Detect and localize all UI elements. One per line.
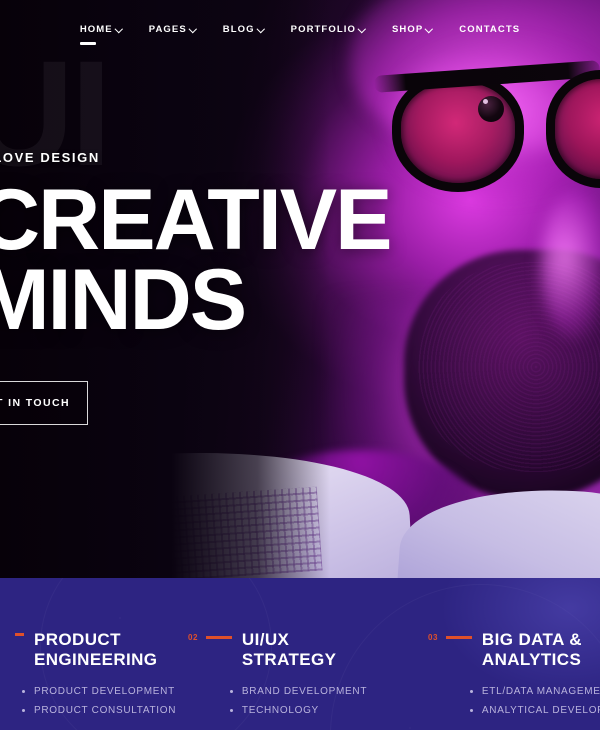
nav-item-home[interactable]: HOME (79, 20, 123, 45)
services-section: PRODUCT ENGINEERING PRODUCT DEVELOPMENT … (0, 578, 600, 730)
service-title-line-1: UI/UX (241, 630, 290, 649)
nav-item-blog[interactable]: BLOG (223, 20, 265, 39)
service-title-line-1: BIG DATA & (481, 630, 582, 649)
service-body: UI/UX STRATEGY BRAND DEVELOPMENT TECHNOL… (242, 630, 367, 720)
list-item[interactable]: PRODUCT CONSULTATION (34, 702, 176, 721)
get-in-touch-button[interactable]: GET IN TOUCH (0, 380, 88, 425)
service-dash-icon (445, 636, 472, 639)
nav-item-label: PORTFOLIO (290, 23, 356, 35)
service-title-line-2: ANALYTICS (481, 650, 582, 670)
service-title: UI/UX STRATEGY (242, 630, 367, 670)
service-dash-icon (15, 633, 24, 636)
service-number: 02 (188, 633, 198, 642)
service-body: PRODUCT ENGINEERING PRODUCT DEVELOPMENT … (34, 630, 176, 720)
portrait-eye-pupil (478, 96, 504, 122)
services-columns: PRODUCT ENGINEERING PRODUCT DEVELOPMENT … (0, 630, 600, 730)
service-title: BIG DATA & ANALYTICS (482, 630, 600, 670)
service-marker: 03 (428, 630, 472, 642)
chevron-down-icon (426, 25, 433, 32)
headline-line-1: CREATIVE (0, 172, 392, 268)
nav-item-label: PAGES (148, 23, 187, 35)
hero-eyebrow: WE LOVE DESIGN (0, 150, 100, 165)
page-root: UI HOME PAGES BLOG PORTFOLIO SHOP CONTAC… (0, 0, 600, 730)
nav-item-shop[interactable]: SHOP (392, 20, 433, 39)
service-column-big-data-analytics[interactable]: 03 BIG DATA & ANALYTICS ETL/DATA MANAGEM… (428, 630, 600, 720)
list-item[interactable]: ANALYTICAL DEVELOPMENT (482, 702, 600, 721)
service-title-line-2: STRATEGY (241, 650, 337, 670)
service-item-list: BRAND DEVELOPMENT TECHNOLOGY (242, 683, 367, 720)
hero-section: UI HOME PAGES BLOG PORTFOLIO SHOP CONTAC… (0, 0, 600, 580)
service-marker: 02 (188, 630, 232, 642)
page-title: CREATIVE MINDS (0, 172, 600, 348)
service-column-uiux-strategy[interactable]: 02 UI/UX STRATEGY BRAND DEVELOPMENT TECH… (188, 630, 428, 720)
list-item[interactable]: PRODUCT DEVELOPMENT (34, 683, 176, 702)
nav-item-pages[interactable]: PAGES (149, 20, 197, 39)
chevron-down-icon (359, 25, 366, 32)
nav-item-label: HOME (79, 23, 113, 35)
service-title: PRODUCT ENGINEERING (34, 630, 176, 670)
chevron-down-icon (258, 25, 265, 32)
main-navigation: HOME PAGES BLOG PORTFOLIO SHOP CONTACTS (0, 0, 600, 58)
list-item[interactable]: TECHNOLOGY (242, 702, 367, 721)
service-number: 03 (428, 633, 438, 642)
nav-item-portfolio[interactable]: PORTFOLIO (291, 20, 366, 39)
nav-item-label: CONTACTS (459, 23, 521, 35)
nav-item-label: SHOP (391, 23, 424, 35)
chevron-down-icon (116, 25, 123, 32)
service-title-line-1: PRODUCT (34, 630, 121, 649)
service-item-list: PRODUCT DEVELOPMENT PRODUCT CONSULTATION (34, 683, 176, 720)
service-dash-icon (205, 636, 232, 639)
headline-line-2: MINDS (0, 251, 247, 348)
chevron-down-icon (190, 25, 197, 32)
list-item[interactable]: BRAND DEVELOPMENT (242, 683, 367, 702)
service-title-line-2: ENGINEERING (34, 650, 158, 670)
nav-item-label: BLOG (222, 23, 255, 35)
list-item[interactable]: ETL/DATA MANAGEMENT (482, 683, 600, 702)
nav-item-contacts[interactable]: CONTACTS (459, 20, 520, 39)
hero-copy-block: WE LOVE DESIGN CREATIVE MINDS GET IN TOU… (0, 150, 600, 425)
service-item-list: ETL/DATA MANAGEMENT ANALYTICAL DEVELOPME… (482, 683, 600, 720)
service-body: BIG DATA & ANALYTICS ETL/DATA MANAGEMENT… (482, 630, 600, 720)
service-column-product-engineering[interactable]: PRODUCT ENGINEERING PRODUCT DEVELOPMENT … (0, 630, 188, 720)
